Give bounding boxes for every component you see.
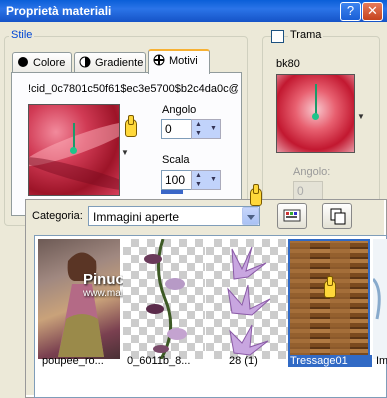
thumbnail-caption-4: Tressage01 (288, 355, 372, 367)
texture-angle-line (315, 84, 317, 116)
style-group-label: Stile (9, 29, 35, 41)
thumbnail-lilies[interactable] (206, 239, 288, 359)
pattern-name: !cid_0c7801c50f61$ec3e5700$b2c4da0c@ (28, 83, 238, 95)
thumbnail-caption-3: 28 (1) (229, 355, 258, 367)
view-options-button[interactable] (277, 203, 307, 229)
texture-angle-label: Angolo: (293, 166, 331, 178)
woven-texture (290, 241, 350, 357)
filled-circle-icon (17, 56, 29, 68)
lily-image (227, 246, 271, 356)
tab-colore-label: Colore (33, 57, 66, 69)
window-title: Proprietà materiali (6, 4, 112, 18)
texture-angle-dot (312, 113, 319, 120)
pointer-hand-icon-3 (322, 276, 336, 298)
close-button[interactable]: ✕ (362, 2, 383, 21)
thumbnail-flowers-vine[interactable] (123, 239, 205, 359)
texture-angle-input (293, 181, 323, 201)
scale-slider-fill (161, 190, 183, 194)
scale-spinner[interactable]: ▲ ▼ ▼ (191, 170, 221, 190)
angle-input[interactable] (161, 119, 193, 139)
copy-icon (330, 208, 346, 225)
category-label: Categoria: (32, 210, 83, 222)
half-circle-icon (79, 56, 91, 68)
tab-motivi-label: Motivi (169, 55, 198, 67)
tab-motivi[interactable]: Motivi (148, 49, 210, 74)
thumbnail-caption-1: poupee_ro... (42, 355, 104, 367)
window-titlebar: Proprietà materiali (0, 0, 387, 22)
grid-view-icon (283, 209, 301, 222)
angle-spinner[interactable]: ▲ ▼ ▼ (191, 119, 221, 139)
angle-indicator-dot (70, 147, 77, 154)
pattern-icon (153, 54, 165, 66)
thumbnail-partial[interactable] (373, 239, 387, 359)
texture-checkbox[interactable] (271, 30, 284, 43)
thumbnail-caption-5: Im (376, 355, 387, 367)
copy-button[interactable] (322, 203, 352, 229)
pointer-hand-icon (123, 115, 137, 137)
scale-input[interactable] (161, 170, 193, 190)
thumbnail-tressage[interactable] (288, 239, 370, 359)
tab-colore[interactable]: Colore (12, 52, 72, 73)
flower-vine-image (144, 239, 187, 359)
texture-name: bk80 (276, 58, 300, 70)
texture-dropdown-arrow[interactable]: ▼ (357, 112, 365, 121)
category-select[interactable]: Immagini aperte (88, 206, 260, 226)
texture-checkbox-label: Trama (288, 29, 324, 41)
angle-label: Angolo (162, 104, 197, 116)
tab-gradiente-label: Gradiente (95, 57, 144, 69)
help-button[interactable]: ? (340, 2, 361, 21)
pattern-dropdown-arrow[interactable]: ▼ (121, 148, 129, 157)
thumbnail-caption-2: 0_6011b_8... (127, 355, 191, 367)
scale-label: Scala (162, 154, 190, 166)
pointer-hand-icon-2 (248, 184, 262, 206)
category-dropdown-button[interactable] (242, 207, 259, 225)
partial-thumbnail-image (373, 277, 381, 320)
tab-gradiente[interactable]: Gradiente (74, 52, 146, 73)
